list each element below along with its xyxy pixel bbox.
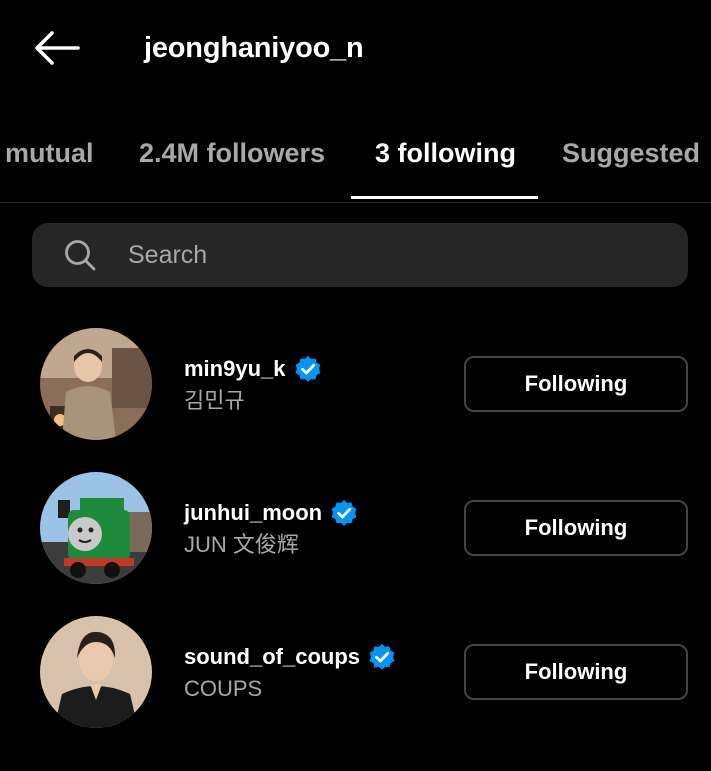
list-item: min9yu_k 김민규 Following xyxy=(0,328,711,448)
following-button[interactable]: Following xyxy=(464,644,688,700)
list-item: sound_of_coups COUPS Following xyxy=(0,616,711,736)
tab-bar: mutual 2.4M followers 3 following Sugges… xyxy=(0,118,711,203)
list-item: junhui_moon JUN 文俊辉 Following xyxy=(0,472,711,592)
following-button[interactable]: Following xyxy=(464,356,688,412)
verified-badge-icon xyxy=(369,644,395,670)
search-input[interactable] xyxy=(128,223,668,287)
user-handle-line[interactable]: sound_of_coups xyxy=(184,642,396,672)
user-fullname: JUN 文俊辉 xyxy=(184,532,299,557)
user-fullname: 김민규 xyxy=(184,388,245,413)
avatar[interactable] xyxy=(40,328,152,440)
avatar-photo xyxy=(40,616,152,728)
user-fullname: COUPS xyxy=(184,676,263,701)
tab-following[interactable]: 3 following xyxy=(375,118,516,198)
user-handle-line[interactable]: min9yu_k xyxy=(184,354,322,384)
search-icon xyxy=(65,240,96,271)
arrow-left-icon xyxy=(35,31,80,65)
tab-followers[interactable]: 2.4M followers xyxy=(139,118,325,198)
avatar[interactable] xyxy=(40,616,152,728)
avatar-photo xyxy=(40,472,152,584)
search-bar[interactable] xyxy=(32,223,688,287)
avatar-photo xyxy=(40,328,152,440)
top-bar: jeonghaniyoo_n xyxy=(0,0,711,100)
verified-badge-icon xyxy=(331,500,357,526)
verified-badge-icon xyxy=(295,356,320,382)
avatar[interactable] xyxy=(40,472,152,584)
user-handle: sound_of_coups xyxy=(184,644,361,669)
back-button[interactable] xyxy=(28,26,84,70)
user-handle: min9yu_k xyxy=(184,356,286,381)
tab-mutual[interactable]: mutual xyxy=(5,118,94,198)
active-tab-indicator xyxy=(351,196,538,199)
tab-suggested[interactable]: Suggested xyxy=(562,118,700,198)
following-button[interactable]: Following xyxy=(464,500,688,556)
page-title: jeonghaniyoo_n xyxy=(144,32,364,64)
user-handle-line[interactable]: junhui_moon xyxy=(184,498,358,528)
user-handle: junhui_moon xyxy=(184,500,323,525)
